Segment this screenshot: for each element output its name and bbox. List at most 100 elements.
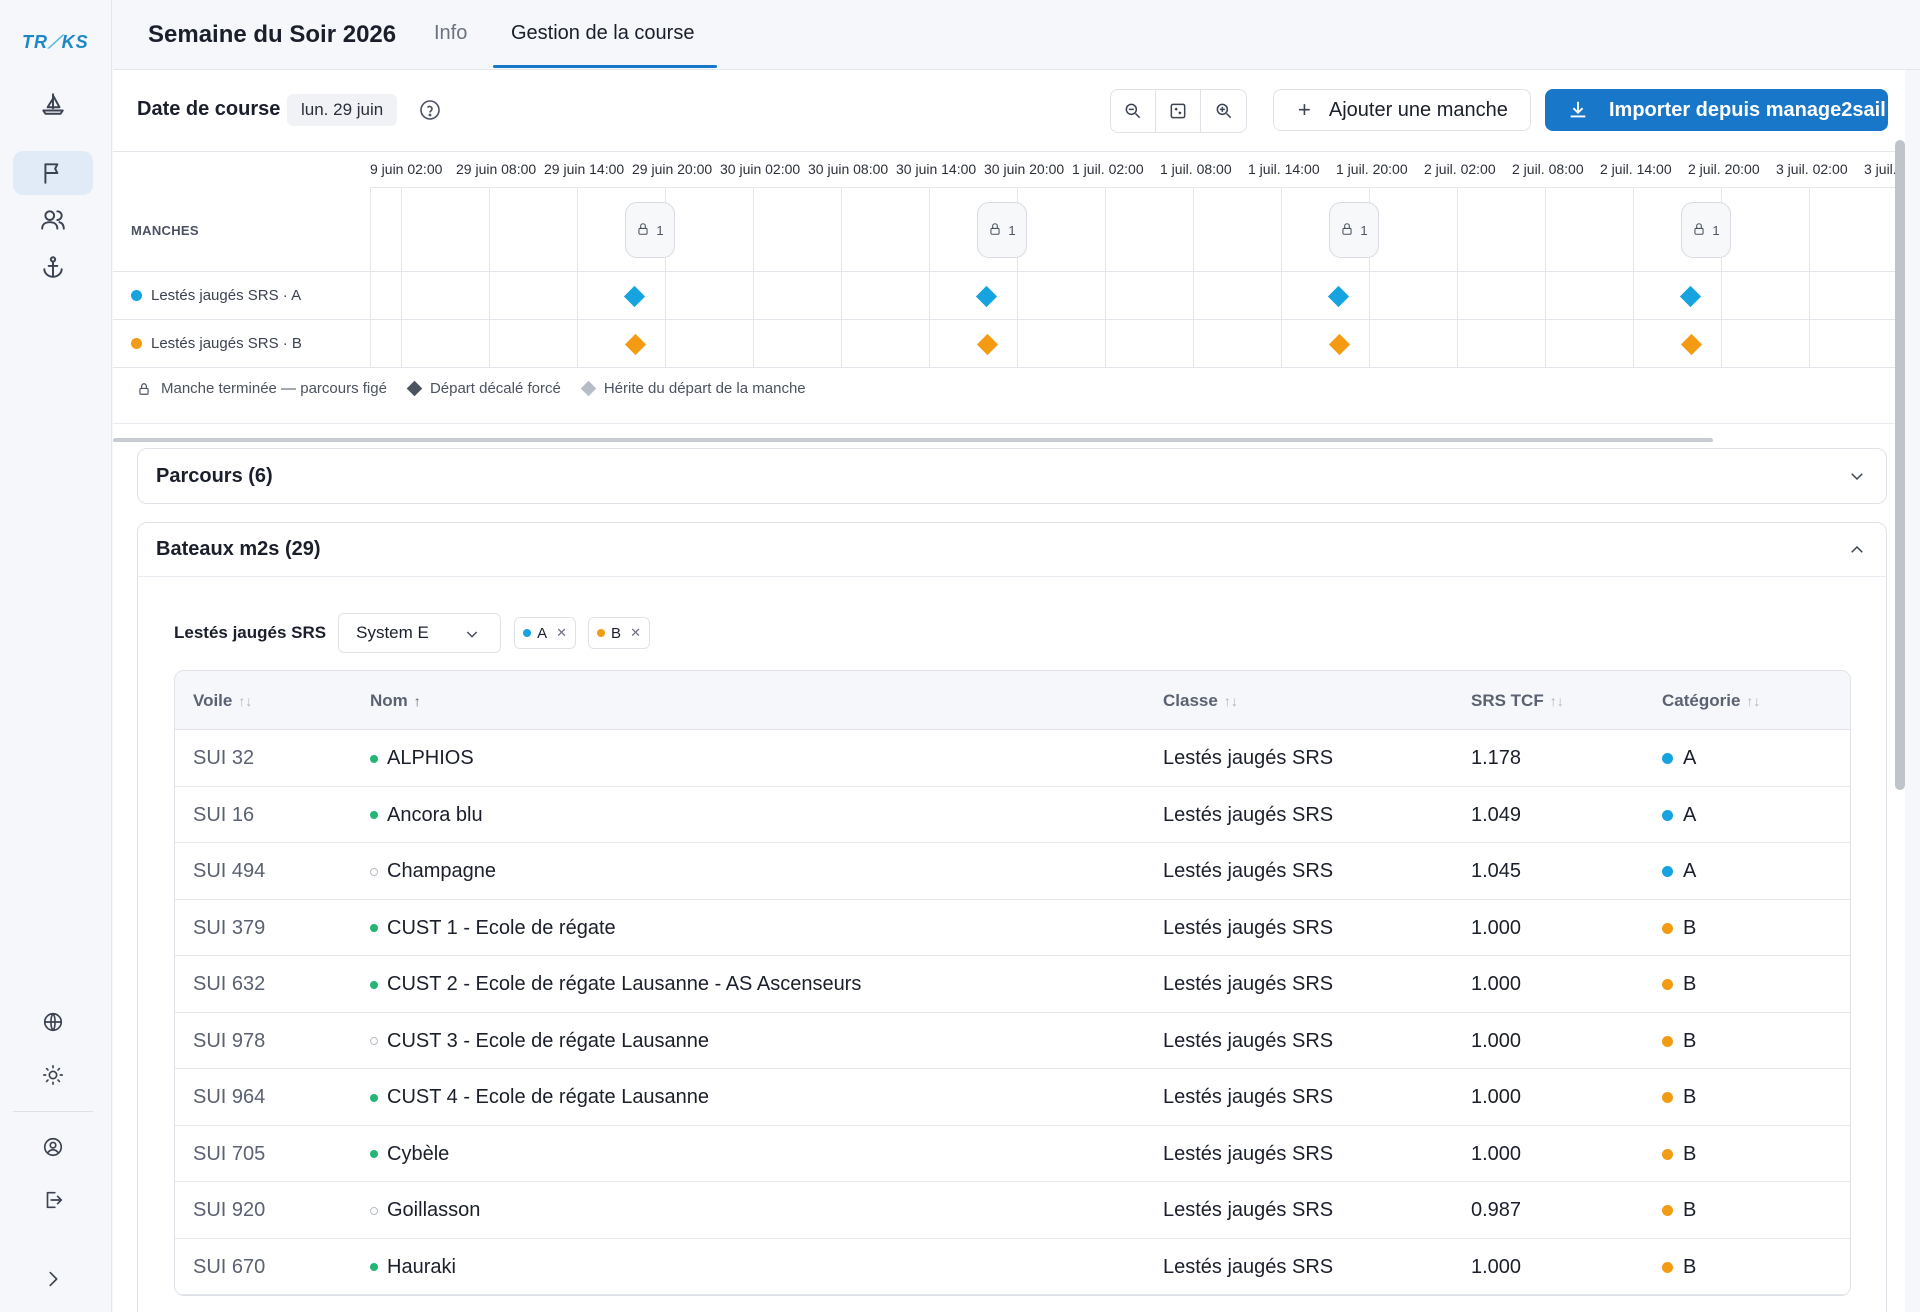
timeline-row-label: Lestés jaugés SRS · B <box>131 335 302 352</box>
legend-locked: Manche terminée — parcours figé <box>137 380 387 397</box>
fit-view-icon[interactable] <box>1156 90 1201 132</box>
lock-icon <box>139 382 149 395</box>
category-cell: B <box>1662 973 1696 996</box>
category-dot <box>1662 866 1673 877</box>
category-label: B <box>1683 1029 1697 1052</box>
boats-title: Bateaux m2s (29) <box>156 538 321 560</box>
boat-name: Hauraki <box>387 1255 456 1278</box>
page-scrollbar[interactable] <box>1895 140 1905 790</box>
tab-info[interactable]: Info <box>434 22 467 45</box>
table-row[interactable]: SUI 32 ALPHIOS Lestés jaugés SRS 1.178 A <box>175 730 1850 787</box>
category-cell: B <box>1662 917 1696 940</box>
sail-number: SUI 670 <box>193 1255 266 1278</box>
sailboat-icon[interactable] <box>13 82 93 126</box>
lock-icon <box>636 222 650 239</box>
chevron-right-icon[interactable] <box>13 1257 93 1301</box>
table-row[interactable]: SUI 494 Champagne Lestés jaugés SRS 1.045 A <box>175 843 1850 900</box>
category-a-dot <box>131 290 142 301</box>
logout-icon[interactable] <box>13 1178 93 1222</box>
sort-icon: ↑↓ <box>1746 693 1761 709</box>
table-row[interactable]: SUI 705 Cybèle Lestés jaugés SRS 1.000 B <box>175 1126 1850 1182</box>
boat-name: ALPHIOS <box>387 747 474 769</box>
race-lock-chip[interactable]: 1 <box>1681 202 1731 258</box>
category-cell: A <box>1662 804 1696 827</box>
zoom-out-icon[interactable] <box>1111 90 1156 132</box>
parcours-accordion-header[interactable]: Parcours (6) <box>138 449 1886 503</box>
table-row[interactable]: SUI 379 CUST 1 - Ecole de régate Lestés ja… <box>175 900 1850 956</box>
legend-locked-label: Manche terminée — parcours figé <box>161 380 387 397</box>
add-race-button[interactable]: + Ajouter une manche <box>1273 89 1531 131</box>
sun-icon[interactable] <box>13 1053 93 1097</box>
srs-rating: 1.000 <box>1471 916 1522 939</box>
column-srs[interactable]: SRS TCF ↑↓ <box>1471 691 1564 711</box>
race-number: 1 <box>1360 222 1368 238</box>
race-date-picker[interactable]: lun. 29 juin <box>287 94 398 126</box>
page-header: Semaine du Soir 2026 Info Gestion de la … <box>113 0 1920 70</box>
table-row[interactable]: SUI 670 Hauraki Lestés jaugés SRS 1.000 B <box>175 1239 1850 1295</box>
table-row[interactable]: SUI 632 CUST 2 - Ecole de régate Lausanne… <box>175 956 1850 1013</box>
timeline-gridline <box>1281 188 1282 368</box>
boat-class: Lestés jaugés SRS <box>1163 747 1334 769</box>
sort-icon: ↑↓ <box>1549 693 1564 709</box>
timeline-scrollbar[interactable] <box>113 438 1713 442</box>
column-name[interactable]: Nom ↑ <box>370 691 421 711</box>
category-dot <box>1662 1148 1673 1160</box>
race-lock-chip[interactable]: 1 <box>977 202 1027 258</box>
status-dot <box>370 980 378 989</box>
boat-name-cell: Goillasson <box>370 1199 480 1222</box>
table-row[interactable]: SUI 920 Goillasson Lestés jaugés SRS 0.987 B <box>175 1182 1850 1239</box>
boat-name: Cybèle <box>387 1142 450 1165</box>
tag-b-label: B <box>611 624 622 642</box>
category-tag-b[interactable]: B ✕ <box>588 617 650 649</box>
category-cell: B <box>1662 1143 1696 1166</box>
category-dot <box>1662 753 1673 764</box>
users-icon[interactable] <box>13 198 93 242</box>
close-icon[interactable]: ✕ <box>630 625 641 641</box>
table-row[interactable]: SUI 978 CUST 3 - Ecole de régate Lausanne… <box>175 1013 1850 1069</box>
category-label: B <box>1683 1199 1697 1221</box>
sail-number: SUI 964 <box>193 1086 266 1108</box>
user-circle-icon[interactable] <box>13 1125 93 1169</box>
timeline-tick-label: 1 juil. 02:00 <box>1072 161 1144 177</box>
diamond-light-icon <box>580 380 597 397</box>
table-row[interactable]: SUI 964 CUST 4 - Ecole de régate Lausanne… <box>175 1069 1850 1126</box>
import-manage2sail-button[interactable]: Importer depuis manage2sail <box>1545 89 1888 131</box>
srs-rating: 1.049 <box>1471 803 1522 826</box>
app-logo[interactable]: TR⟋KS <box>22 32 89 53</box>
category-dot <box>1662 979 1673 990</box>
close-icon[interactable]: ✕ <box>556 625 567 641</box>
scoring-system-value: System E <box>356 623 429 642</box>
boats-accordion-header[interactable]: Bateaux m2s (29) <box>138 523 1886 577</box>
sidebar: TR⟋KS <box>0 0 112 1312</box>
boats-table: Voile ↑↓ Nom ↑ Classe ↑↓ SRS TCF ↑↓ Catégori… <box>174 670 1851 1296</box>
help-icon[interactable] <box>418 98 442 122</box>
race-timeline: 9 juin 02:00 29 juin 08:00 29 juin 14:00 29… <box>113 151 1905 442</box>
anchor-icon[interactable] <box>13 245 93 289</box>
column-class[interactable]: Classe ↑↓ <box>1163 691 1238 711</box>
sail-number: SUI 494 <box>193 860 266 882</box>
globe-icon[interactable] <box>13 1000 93 1044</box>
boat-class: Lestés jaugés SRS <box>1163 1142 1334 1165</box>
tab-race-management[interactable]: Gestion de la course <box>511 22 694 45</box>
category-dot <box>1662 922 1673 934</box>
diamond-dark-icon <box>406 380 423 397</box>
flag-icon[interactable] <box>13 151 93 195</box>
boat-name: Ancora blu <box>387 803 483 826</box>
boat-name-cell: Ancora blu <box>370 804 483 827</box>
boat-name: Champagne <box>387 860 496 882</box>
column-sail[interactable]: Voile ↑↓ <box>193 691 252 711</box>
race-lock-chip[interactable]: 1 <box>625 202 675 258</box>
status-dot <box>370 1150 378 1158</box>
zoom-in-icon[interactable] <box>1201 90 1246 132</box>
column-name-label: Nom <box>370 691 408 710</box>
scoring-system-select[interactable]: System E <box>338 613 502 653</box>
race-lock-chip[interactable]: 1 <box>1329 202 1379 258</box>
column-category[interactable]: Catégorie ↑↓ <box>1662 691 1760 711</box>
category-label: B <box>1683 973 1697 995</box>
legend-forced-label: Départ décalé forcé <box>429 380 561 397</box>
category-tag-a[interactable]: A ✕ <box>514 617 577 649</box>
sail-number: SUI 632 <box>193 973 266 995</box>
table-row[interactable]: SUI 16 Ancora blu Lestés jaugés SRS 1.049 A <box>175 787 1850 843</box>
import-label: Importer depuis manage2sail <box>1609 98 1886 121</box>
boat-name-cell: ALPHIOS <box>370 747 474 770</box>
